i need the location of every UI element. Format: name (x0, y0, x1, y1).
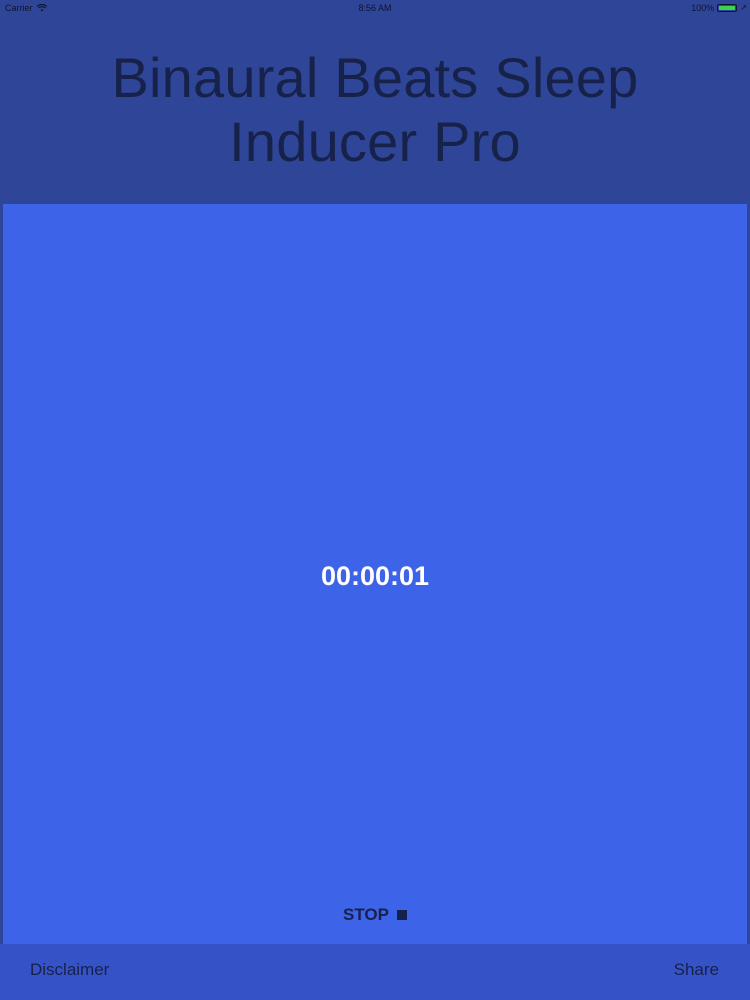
app-title: Binaural Beats Sleep Inducer Pro (111, 46, 639, 173)
main-panel: 00:00:01 STOP (3, 204, 747, 944)
status-right: 100% ↗ (691, 0, 747, 16)
header: Binaural Beats Sleep Inducer Pro (0, 16, 750, 204)
share-link[interactable]: Share (674, 944, 719, 996)
disclaimer-link[interactable]: Disclaimer (30, 944, 109, 996)
battery-percent: 100% (691, 3, 715, 13)
stop-button[interactable]: STOP (325, 903, 425, 927)
battery-icon (717, 4, 738, 12)
status-bar: Carrier 8:56 AM 100% ↗ (0, 0, 750, 16)
status-time: 8:56 AM (358, 3, 392, 13)
elapsed-timer: 00:00:01 (320, 561, 430, 591)
stop-square-icon (396, 910, 407, 920)
bottom-bar: Disclaimer Share (0, 944, 750, 1000)
battery-fill (719, 6, 736, 10)
charging-bolt-icon: ↗ (740, 3, 747, 12)
stop-button-label: STOP (343, 905, 389, 924)
